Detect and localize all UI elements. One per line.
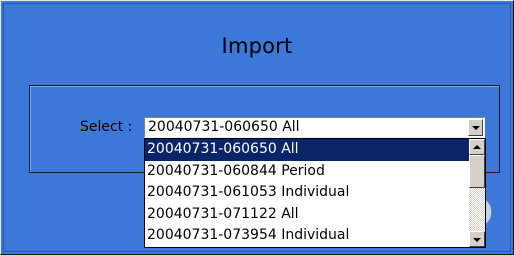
select-label: Select : [80, 119, 133, 135]
scroll-thumb[interactable] [469, 155, 485, 188]
option-list: 20040731-060650 All 20040731-060844 Peri… [145, 139, 469, 247]
combo-dropdown-button[interactable] [468, 119, 483, 136]
combo-dropdown-list[interactable]: 20040731-060650 All 20040731-060844 Peri… [144, 138, 486, 248]
list-item[interactable]: 20040731-061053 Individual [145, 182, 469, 204]
vertical-scrollbar[interactable] [469, 139, 485, 247]
list-item[interactable]: 20040731-073954 Individual [145, 225, 469, 247]
scroll-up-button[interactable] [469, 139, 485, 155]
list-item[interactable]: 20040731-060650 All [145, 139, 469, 161]
list-item[interactable]: 20040731-071122 All [145, 204, 469, 226]
scroll-down-icon [473, 238, 481, 242]
scroll-down-button[interactable] [469, 231, 485, 247]
combo-selected-value: 20040731-060650 All [148, 119, 300, 135]
dialog-title: Import [221, 34, 293, 58]
import-select-combobox[interactable]: 20040731-060650 All [144, 117, 485, 138]
chevron-down-icon [472, 126, 480, 130]
list-item[interactable]: 20040731-060844 Period [145, 161, 469, 183]
scroll-up-icon [473, 145, 481, 149]
import-dialog: Import Select : 20040731-060650 All 2004… [0, 0, 514, 255]
